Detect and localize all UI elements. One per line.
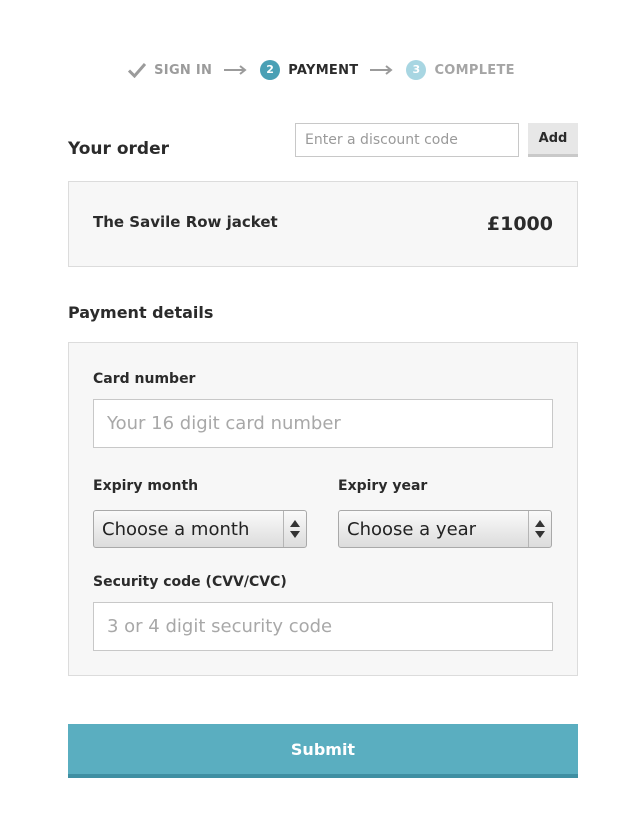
step-sign-in: SIGN IN bbox=[128, 62, 212, 78]
checkout-steps: SIGN IN 2 PAYMENT 3 COMPLETE bbox=[0, 58, 643, 82]
select-arrows-icon bbox=[283, 511, 306, 547]
submit-button[interactable]: Submit bbox=[68, 724, 578, 778]
payment-details-title: Payment details bbox=[68, 303, 214, 322]
expiry-year-value: Choose a year bbox=[347, 519, 477, 540]
step-payment-number: 2 bbox=[260, 60, 281, 80]
expiry-month-label: Expiry month bbox=[93, 478, 199, 494]
check-icon bbox=[128, 63, 147, 78]
order-summary: The Savile Row jacket £1000 bbox=[68, 181, 578, 267]
card-number-label: Card number bbox=[93, 371, 196, 387]
select-arrows-icon bbox=[528, 511, 551, 547]
arrow-right-icon bbox=[224, 65, 247, 75]
step-complete-label: COMPLETE bbox=[434, 62, 515, 78]
product-name: The Savile Row jacket bbox=[93, 213, 278, 231]
security-code-label: Security code (CVV/CVC) bbox=[93, 574, 287, 590]
step-complete: 3 COMPLETE bbox=[406, 60, 515, 80]
discount-code-input[interactable] bbox=[295, 123, 519, 157]
payment-form: Card number Expiry month Choose a month … bbox=[68, 342, 578, 676]
add-discount-button[interactable]: Add bbox=[528, 123, 578, 157]
arrow-right-icon bbox=[370, 65, 394, 75]
order-title: Your order bbox=[68, 139, 169, 159]
step-payment-label: PAYMENT bbox=[288, 62, 359, 78]
product-price: £1000 bbox=[486, 213, 553, 235]
expiry-year-label: Expiry year bbox=[338, 478, 428, 494]
step-complete-number: 3 bbox=[406, 60, 427, 80]
expiry-month-select[interactable]: Choose a month bbox=[93, 510, 307, 548]
step-sign-in-label: SIGN IN bbox=[154, 62, 213, 78]
security-code-input[interactable] bbox=[93, 602, 553, 651]
expiry-year-select[interactable]: Choose a year bbox=[338, 510, 552, 548]
card-number-input[interactable] bbox=[93, 399, 553, 448]
expiry-month-value: Choose a month bbox=[102, 519, 250, 540]
step-payment: 2 PAYMENT bbox=[260, 60, 358, 80]
